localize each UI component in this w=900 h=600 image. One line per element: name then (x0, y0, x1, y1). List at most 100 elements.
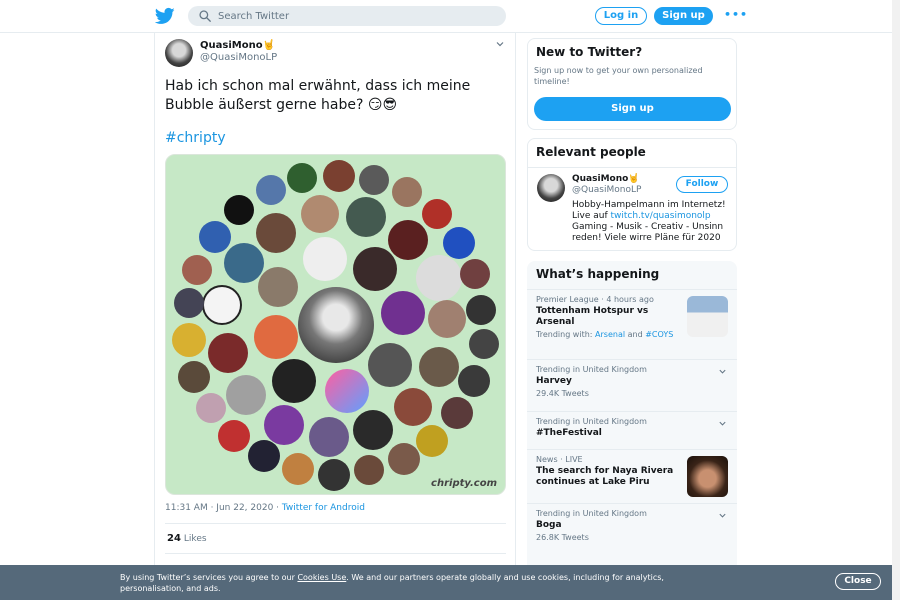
bio-link[interactable]: twitch.tv/quasimonolp (611, 211, 711, 221)
image-bubble (381, 291, 425, 335)
trend-title[interactable]: #TheFestival (536, 428, 728, 439)
likes-number: 24 (167, 533, 181, 544)
signup-button[interactable]: Sign up (534, 97, 731, 121)
divider (165, 553, 506, 554)
image-bubble (298, 287, 374, 363)
image-watermark: chripty.com (431, 478, 497, 489)
avatar[interactable] (165, 39, 193, 67)
image-bubble (224, 243, 264, 283)
chevron-down-icon[interactable] (495, 39, 505, 49)
image-bubble (256, 175, 286, 205)
image-bubble (226, 375, 266, 415)
image-bubble (202, 285, 242, 325)
trend-tweet-count: 29.4K Tweets (536, 389, 589, 398)
image-bubble (466, 295, 496, 325)
image-bubble (258, 267, 298, 307)
image-bubble (353, 247, 397, 291)
image-bubble (182, 255, 212, 285)
image-bubble (172, 323, 206, 357)
image-bubble (422, 199, 452, 229)
trend-link[interactable]: #COYS (645, 330, 673, 339)
cookie-text-part: By using Twitter’s services you agree to… (120, 573, 298, 582)
trend-item[interactable]: Premier League · 4 hours ago Tottenham H… (527, 289, 737, 359)
divider (165, 523, 506, 524)
tweet-text: Hab ich schon mal erwähnt, dass ich mein… (165, 78, 471, 113)
tweet-author-handle[interactable]: @QuasiMonoLP (200, 52, 277, 63)
trend-item[interactable]: News · LIVE The search for Naya Rivera c… (527, 449, 737, 503)
close-button[interactable]: Close (835, 573, 881, 590)
image-bubble (248, 440, 280, 472)
image-bubble (303, 237, 347, 281)
avatar[interactable] (537, 174, 565, 202)
trend-meta: Trending in United Kingdom (536, 509, 647, 518)
image-bubble (264, 405, 304, 445)
image-bubble (392, 177, 422, 207)
image-bubble (208, 333, 248, 373)
image-bubble (323, 160, 355, 192)
trend-item[interactable]: Trending in United Kingdom #TheFestival (527, 411, 737, 449)
new-to-twitter-card: New to Twitter? Sign up now to get your … (527, 38, 737, 130)
person-name[interactable]: QuasiMono🤘 (572, 174, 640, 184)
chevron-down-icon[interactable] (718, 367, 727, 376)
relevant-people-card: Relevant people QuasiMono🤘 @QuasiMonoLP … (527, 138, 737, 251)
chevron-down-icon[interactable] (718, 511, 727, 520)
image-bubble (325, 369, 369, 413)
trend-link[interactable]: Arsenal (595, 330, 625, 339)
image-bubble (346, 197, 386, 237)
chevron-down-icon[interactable] (718, 419, 727, 428)
image-bubble (318, 459, 350, 491)
image-bubble (254, 315, 298, 359)
image-bubble (199, 221, 231, 253)
trend-thumbnail[interactable] (687, 296, 728, 337)
image-bubble (353, 410, 393, 450)
cookies-use-link[interactable]: Cookies Use (297, 573, 346, 582)
image-bubble (354, 455, 384, 485)
likes-count[interactable]: 24 Likes (167, 533, 207, 544)
tweet-timestamp[interactable]: 11:31 AM · Jun 22, 2020 · Twitter for An… (165, 503, 365, 513)
scrollbar[interactable] (892, 0, 900, 600)
tweet-detail: QuasiMono🤘 @QuasiMonoLP Hab ich schon ma… (154, 33, 516, 600)
image-bubble (388, 220, 428, 260)
image-bubble (388, 443, 420, 475)
card-title: Relevant people (536, 145, 646, 159)
image-bubble (224, 195, 254, 225)
trend-title[interactable]: Boga (536, 520, 728, 531)
card-title: New to Twitter? (536, 45, 643, 59)
trend-title[interactable]: The search for Naya Rivera continues at … (536, 466, 681, 488)
follow-button[interactable]: Follow (676, 176, 728, 193)
trend-sub-text: Trending with: (536, 330, 596, 339)
trend-sub-text: and (625, 330, 646, 339)
person-handle[interactable]: @QuasiMonoLP (572, 185, 641, 195)
image-bubble (196, 393, 226, 423)
tweet-time-text[interactable]: 11:31 AM · Jun 22, 2020 · (165, 503, 282, 513)
search-box[interactable] (188, 6, 506, 26)
more-options-icon[interactable]: ••• (724, 8, 748, 21)
whats-happening-panel: What’s happening Premier League · 4 hour… (527, 261, 737, 600)
trend-subtitle: Trending with: Arsenal and #COYS (536, 330, 676, 339)
image-bubble (469, 329, 499, 359)
hashtag-link[interactable]: #chripty (165, 130, 226, 146)
trend-item[interactable]: Trending in United Kingdom Boga 26.8K Tw… (527, 503, 737, 555)
trend-title[interactable]: Harvey (536, 376, 728, 387)
tweet-image[interactable]: chripty.com (165, 154, 506, 495)
image-bubble (256, 213, 296, 253)
person-bio: Hobby-Hampelmann im Internetz! Live auf … (572, 200, 732, 244)
signup-button[interactable]: Sign up (654, 7, 713, 25)
top-navigation-bar: Log in Sign up ••• (0, 0, 900, 33)
divider (528, 167, 736, 168)
image-bubble (359, 165, 389, 195)
twitter-bird-logo-icon[interactable] (155, 6, 175, 26)
image-bubble (443, 227, 475, 259)
trend-title[interactable]: Tottenham Hotspur vs Arsenal (536, 306, 676, 328)
tweet-author-name[interactable]: QuasiMono🤘 (200, 40, 275, 51)
search-input[interactable] (218, 6, 498, 26)
trend-item[interactable]: Trending in United Kingdom Harvey 29.4K … (527, 359, 737, 411)
trend-meta: Trending in United Kingdom (536, 365, 647, 374)
image-bubble (282, 453, 314, 485)
cookie-consent-banner: By using Twitter’s services you agree to… (0, 565, 900, 600)
tweet-source-link[interactable]: Twitter for Android (282, 503, 365, 513)
card-subtitle: Sign up now to get your own personalized… (534, 66, 703, 86)
trend-tweet-count: 26.8K Tweets (536, 533, 589, 542)
login-button[interactable]: Log in (595, 7, 647, 25)
trend-thumbnail[interactable] (687, 456, 728, 497)
